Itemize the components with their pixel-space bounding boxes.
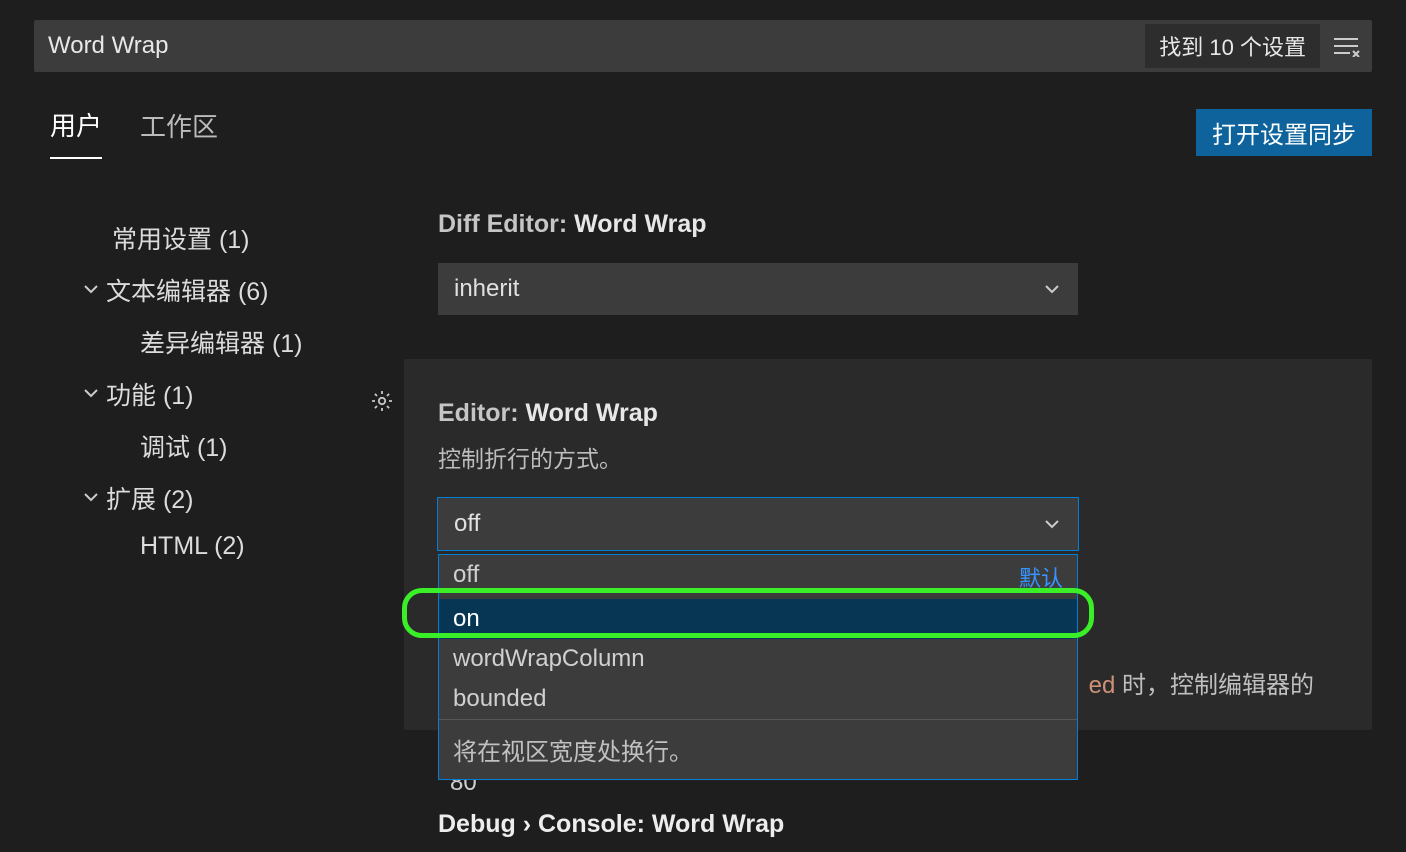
- sidebar-item-label: 文本编辑器 (6): [106, 272, 269, 308]
- setting-scope-label: Editor:: [438, 399, 526, 427]
- default-tag: 默认: [1019, 561, 1063, 593]
- tab-workspace[interactable]: 工作区: [140, 107, 218, 158]
- text-fragment: 时，控制编辑器的: [1115, 672, 1314, 699]
- select-value: off: [454, 510, 480, 538]
- setting-debug-console-word-wrap-heading: Debug › Console: Word Wrap: [404, 810, 1372, 839]
- sidebar-item-debug[interactable]: 调试 (1): [82, 420, 404, 472]
- sidebar-item-diff-editor[interactable]: 差异编辑器 (1): [82, 316, 404, 368]
- gear-icon[interactable]: [370, 389, 394, 419]
- setting-diff-editor-word-wrap: Diff Editor: Word Wrap inherit: [404, 200, 1372, 315]
- option-label: on: [453, 605, 480, 633]
- chevron-down-icon: [1042, 279, 1062, 299]
- editor-word-wrap-select[interactable]: off: [438, 498, 1078, 550]
- chevron-down-icon: [82, 484, 106, 513]
- sidebar-item-html[interactable]: HTML (2): [82, 524, 404, 569]
- setting-scope-label: Diff Editor:: [438, 210, 574, 238]
- column-setting-description-fragment: ed 时，控制编辑器的: [1089, 665, 1314, 700]
- dropdown-option-on[interactable]: on: [439, 599, 1077, 639]
- setting-title: Diff Editor: Word Wrap: [438, 200, 1372, 239]
- search-result-count: 找到 10 个设置: [1145, 24, 1320, 68]
- dropdown-hint: 将在视区宽度处换行。: [439, 720, 1077, 779]
- sidebar-item-text-editor[interactable]: 文本编辑器 (6): [82, 264, 404, 316]
- setting-editor-word-wrap: Editor: Word Wrap 控制折行的方式。 off off 默认: [404, 359, 1372, 730]
- settings-search-bar[interactable]: 找到 10 个设置: [34, 20, 1372, 72]
- sidebar-item-common[interactable]: 常用设置 (1): [82, 212, 404, 264]
- sidebar-item-label: 扩展 (2): [106, 480, 194, 516]
- sidebar-item-extensions[interactable]: 扩展 (2): [82, 472, 404, 524]
- sidebar-item-features[interactable]: 功能 (1): [82, 368, 404, 420]
- option-label: bounded: [453, 685, 546, 713]
- settings-search-input[interactable]: [48, 32, 1145, 60]
- select-value: inherit: [454, 275, 519, 303]
- setting-description: 控制折行的方式。: [438, 440, 1372, 474]
- sidebar-item-label: 功能 (1): [106, 376, 194, 412]
- dropdown-option-bounded[interactable]: bounded: [439, 679, 1077, 719]
- code-fragment: ed: [1089, 672, 1116, 699]
- option-label: off: [453, 561, 479, 593]
- open-settings-sync-button[interactable]: 打开设置同步: [1196, 109, 1372, 156]
- chevron-down-icon: [82, 276, 106, 305]
- dropdown-option-off[interactable]: off 默认: [439, 555, 1077, 599]
- setting-name-label: Word Wrap: [526, 399, 658, 427]
- tabs-row: 用户 工作区 打开设置同步: [34, 106, 1372, 160]
- dropdown-option-wordwrapcolumn[interactable]: wordWrapColumn: [439, 639, 1077, 679]
- chevron-down-icon: [82, 380, 106, 409]
- setting-name-label: Word Wrap: [652, 810, 784, 838]
- filter-icon[interactable]: [1328, 28, 1364, 64]
- setting-scope-label: Debug › Console:: [438, 810, 652, 838]
- setting-name-label: Word Wrap: [574, 210, 706, 238]
- option-label: wordWrapColumn: [453, 645, 645, 673]
- tab-user[interactable]: 用户: [50, 106, 102, 159]
- settings-main-panel: Diff Editor: Word Wrap inherit: [404, 200, 1372, 839]
- word-wrap-dropdown: off 默认 on wordWrapColumn bounded: [438, 554, 1078, 780]
- setting-title: Editor: Word Wrap: [438, 389, 1372, 428]
- settings-category-sidebar: 常用设置 (1) 文本编辑器 (6) 差异编辑器 (1) 功能 (1) 调试 (…: [34, 200, 404, 839]
- diff-word-wrap-select[interactable]: inherit: [438, 263, 1078, 315]
- chevron-down-icon: [1042, 514, 1062, 534]
